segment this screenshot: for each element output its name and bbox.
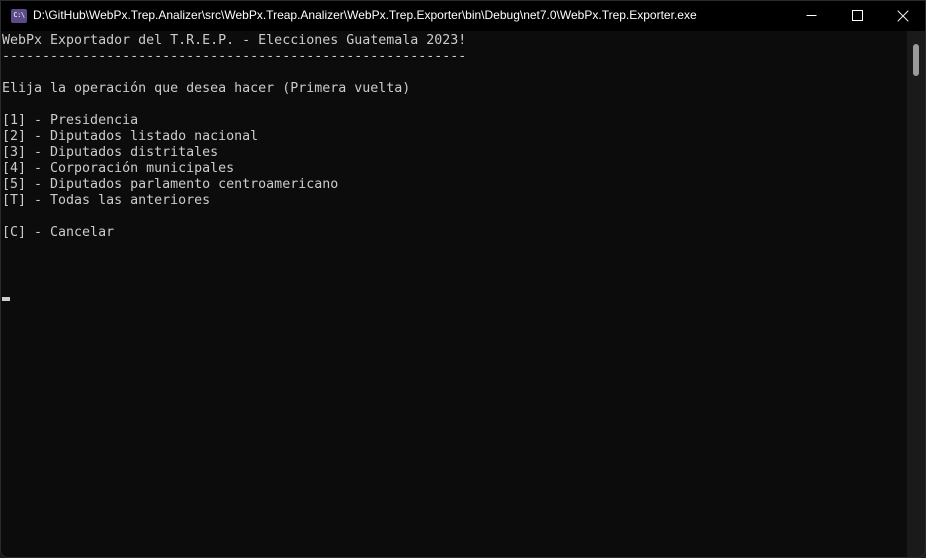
text-cursor	[2, 297, 10, 301]
vertical-scrollbar[interactable]	[907, 31, 926, 558]
window-title: D:\GitHub\WebPx.Trep.Analizer\src\WebPx.…	[33, 8, 697, 22]
window-controls	[788, 0, 926, 31]
maximize-icon	[851, 10, 863, 21]
minimize-button[interactable]	[788, 0, 834, 31]
close-button[interactable]	[880, 0, 926, 31]
minimize-icon	[806, 15, 816, 16]
title-bar[interactable]: C:\ D:\GitHub\WebPx.Trep.Analizer\src\We…	[0, 0, 926, 31]
console-icon-glyph: C:\	[13, 11, 25, 19]
console-window: C:\ D:\GitHub\WebPx.Trep.Analizer\src\We…	[0, 0, 926, 558]
close-icon	[897, 9, 909, 22]
console-text: WebPx Exportador del T.R.E.P. - Eleccion…	[2, 33, 467, 240]
console-app-icon: C:\	[11, 8, 27, 23]
scrollbar-thumb[interactable]	[913, 44, 919, 76]
maximize-button[interactable]	[834, 0, 880, 31]
console-output-area[interactable]: WebPx Exportador del T.R.E.P. - Eleccion…	[0, 31, 907, 558]
